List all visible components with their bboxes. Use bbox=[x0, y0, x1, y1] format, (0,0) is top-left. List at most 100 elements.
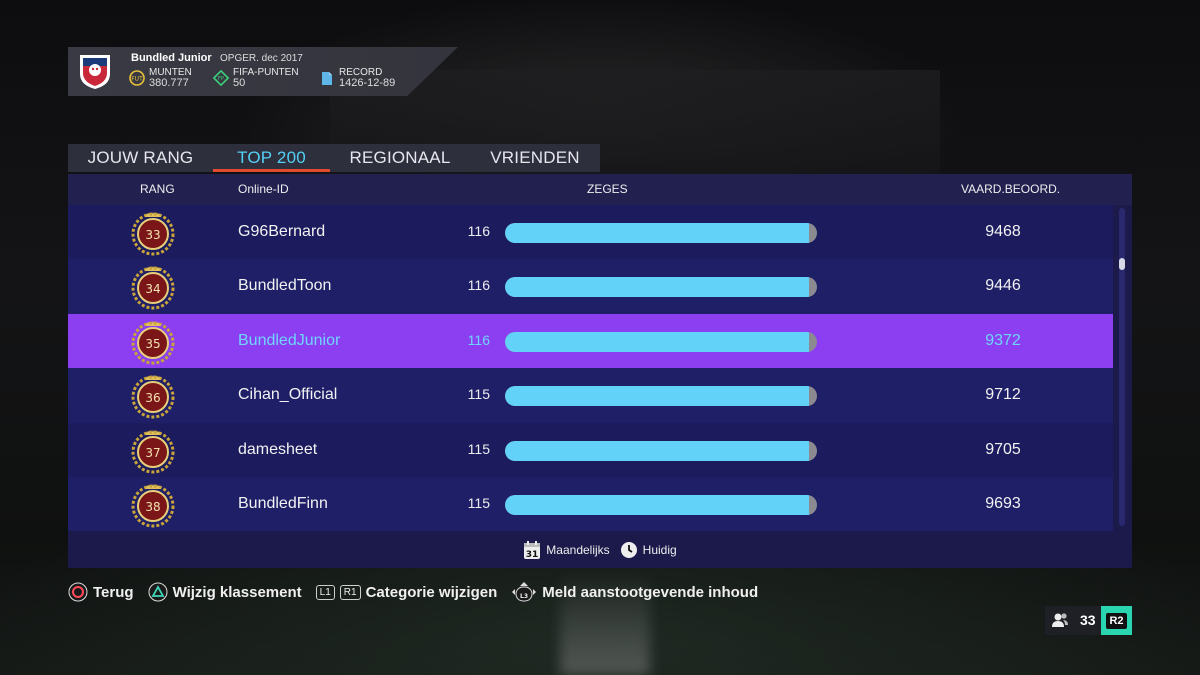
club-badge-icon bbox=[80, 55, 110, 89]
skill-rating: 9468 bbox=[985, 223, 1021, 240]
back-button[interactable]: Terug bbox=[68, 582, 134, 602]
table-row[interactable]: 36 Cihan_Official 115 9712 bbox=[68, 368, 1113, 423]
l3-stick-icon: L3 bbox=[512, 582, 537, 602]
header-online-id: Online-ID bbox=[238, 182, 289, 196]
record-stat: RECORD 1426-12-89 bbox=[319, 67, 395, 89]
rank-medal-icon: 33 bbox=[131, 212, 175, 256]
fifa-points-icon: FP bbox=[213, 70, 229, 86]
rank-number: 33 bbox=[145, 228, 160, 242]
r2-label: R2 bbox=[1106, 612, 1127, 629]
wins-bar bbox=[505, 331, 817, 352]
current-label: Huidig bbox=[642, 543, 677, 557]
wins-bar bbox=[505, 386, 817, 407]
monthly-option[interactable]: 31 Maandelijks bbox=[523, 540, 610, 560]
online-id: Cihan_Official bbox=[238, 386, 338, 404]
r2-button[interactable]: R2 bbox=[1101, 606, 1132, 635]
svg-text:FUT: FUT bbox=[131, 76, 143, 83]
profile-joined-date: OPGER. dec 2017 bbox=[220, 53, 303, 64]
circle-button-icon bbox=[68, 582, 88, 602]
wins-bar-fill bbox=[505, 440, 810, 461]
scrollbar-thumb[interactable] bbox=[1119, 258, 1125, 270]
friends-online-widget[interactable]: 33 R2 bbox=[1045, 606, 1132, 635]
clock-icon bbox=[620, 542, 637, 558]
change-ranking-label: Wijzig klassement bbox=[172, 583, 302, 601]
online-id: BundledJunior bbox=[238, 331, 341, 349]
wins-count: 115 bbox=[467, 386, 490, 403]
record-value: 1426-12-89 bbox=[339, 77, 396, 89]
monthly-label: Maandelijks bbox=[546, 543, 610, 557]
table-header: RANG Online-ID ZEGES VAARD.BEOORD. bbox=[68, 174, 1132, 205]
svg-text:FP: FP bbox=[218, 76, 224, 82]
tab-your-rank[interactable]: JOUW RANG bbox=[68, 144, 213, 172]
online-id: G96Bernard bbox=[238, 223, 326, 240]
leaderboard-tabs: JOUW RANG TOP 200 REGIONAAL VRIENDEN bbox=[68, 144, 600, 172]
change-ranking-button[interactable]: Wijzig klassement bbox=[148, 582, 302, 602]
wins-count: 116 bbox=[467, 331, 490, 348]
wins-count: 115 bbox=[467, 494, 490, 511]
coins-value: 380.777 bbox=[149, 77, 189, 89]
rank-medal-icon: 35 bbox=[131, 320, 175, 365]
rank-number: 34 bbox=[145, 282, 160, 296]
wins-bar bbox=[505, 440, 817, 461]
online-id: BundledToon bbox=[238, 277, 332, 295]
header-wins: ZEGES bbox=[587, 182, 628, 196]
rank-number: 38 bbox=[145, 500, 160, 514]
leaderboard-panel: RANG Online-ID ZEGES VAARD.BEOORD. 33 G96… bbox=[68, 174, 1132, 568]
friends-icon bbox=[1052, 613, 1068, 627]
wins-bar-fill bbox=[505, 386, 810, 407]
wins-bar bbox=[505, 223, 817, 243]
rank-medal-icon: 34 bbox=[131, 266, 175, 310]
rank-medal-icon: 37 bbox=[131, 429, 175, 474]
report-button[interactable]: L3 Meld aanstootgevende inhoud bbox=[511, 581, 758, 603]
r1-key: R1 bbox=[339, 584, 361, 600]
skill-rating: 9446 bbox=[985, 277, 1021, 295]
tab-regional[interactable]: REGIONAAL bbox=[330, 144, 470, 172]
fifa-points-stat: FP FIFA-PUNTEN 50 bbox=[213, 67, 299, 89]
profile-name: Bundled Junior bbox=[131, 52, 212, 64]
current-option[interactable]: Huidig bbox=[620, 541, 677, 559]
wins-bar-fill bbox=[505, 331, 810, 352]
rank-number: 35 bbox=[145, 337, 160, 351]
friends-count: 33 bbox=[1080, 612, 1096, 628]
wins-count: 115 bbox=[467, 440, 490, 457]
calendar-icon: 31 bbox=[524, 541, 541, 560]
period-selector: 31 Maandelijks Huidig bbox=[68, 532, 1132, 568]
fifa-points-value: 50 bbox=[233, 77, 246, 89]
skill-rating: 9372 bbox=[985, 331, 1021, 349]
online-id: damesheet bbox=[238, 440, 318, 458]
skill-rating: 9693 bbox=[985, 494, 1021, 512]
scrollbar[interactable] bbox=[1119, 208, 1125, 526]
rank-medal-icon: 38 bbox=[131, 483, 175, 528]
wins-bar bbox=[505, 277, 817, 298]
change-category-label: Categorie wijzigen bbox=[365, 583, 498, 601]
l1-key: L1 bbox=[315, 584, 335, 600]
rank-medal-icon: 36 bbox=[131, 375, 175, 419]
change-category-button[interactable]: L1 R1 Categorie wijzigen bbox=[315, 583, 498, 601]
tab-top-200[interactable]: TOP 200 bbox=[213, 144, 330, 172]
header-rating: VAARD.BEOORD. bbox=[961, 182, 1061, 196]
tab-friends[interactable]: VRIENDEN bbox=[470, 144, 600, 172]
skill-rating: 9712 bbox=[985, 386, 1021, 404]
wins-bar bbox=[505, 494, 817, 515]
skill-rating: 9705 bbox=[985, 440, 1021, 458]
rank-number: 37 bbox=[145, 446, 160, 460]
report-label: Meld aanstootgevende inhoud bbox=[542, 583, 759, 601]
table-row[interactable]: 35 BundledJunior 116 9372 bbox=[68, 313, 1113, 369]
coins-stat: FUT MUNTEN 380.777 bbox=[129, 67, 192, 89]
table-row[interactable]: 37 damesheet 115 9705 bbox=[68, 422, 1113, 477]
table-row[interactable]: 34 BundledToon 116 9446 bbox=[68, 259, 1113, 314]
online-id: BundledFinn bbox=[238, 494, 328, 512]
wins-bar-fill bbox=[505, 277, 810, 298]
wins-bar-fill bbox=[505, 223, 810, 243]
table-row[interactable]: 38 BundledFinn 115 9693 bbox=[68, 476, 1113, 532]
controller-hints: Terug Wijzig klassement L1 R1 Categorie … bbox=[68, 581, 772, 603]
leaderboard-rows: 33 G96Bernard 116 9468 34 BundledToon 116 9446 3… bbox=[68, 205, 1113, 532]
header-rank: RANG bbox=[140, 182, 175, 196]
rank-number: 36 bbox=[145, 391, 160, 405]
calendar-day: 31 bbox=[526, 550, 539, 560]
wins-count: 116 bbox=[467, 223, 490, 239]
wins-count: 116 bbox=[467, 277, 490, 294]
triangle-button-icon bbox=[148, 582, 168, 602]
table-row[interactable]: 33 G96Bernard 116 9468 bbox=[68, 205, 1113, 260]
l3-key: L3 bbox=[520, 593, 528, 600]
